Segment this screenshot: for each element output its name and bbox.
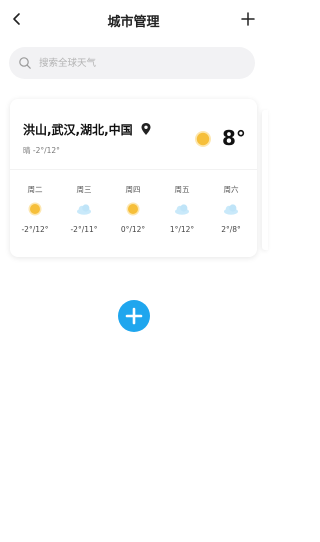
top-bar: 城市管理 bbox=[0, 0, 267, 40]
forecast-row: 周二 -2°/12° 周三 -2°/11° 周四 0°/12° 周五 1°/12… bbox=[15, 182, 252, 242]
add-city-icon[interactable] bbox=[239, 9, 257, 29]
current-condition: 晴 -2°/12° bbox=[23, 146, 60, 155]
search-bar[interactable] bbox=[9, 47, 255, 79]
forecast-temp-range: 1°/12° bbox=[169, 225, 195, 234]
forecast-day: 周六 2°/8° bbox=[211, 182, 251, 242]
forecast-day: 周三 -2°/11° bbox=[64, 182, 104, 242]
plus-icon bbox=[125, 307, 143, 325]
forecast-day-name: 周二 bbox=[27, 185, 43, 194]
forecast-day-name: 周三 bbox=[76, 185, 92, 194]
forecast-day-name: 周四 bbox=[125, 185, 141, 194]
sun-icon bbox=[28, 202, 42, 216]
cloud-icon bbox=[77, 204, 91, 215]
sun-icon bbox=[126, 202, 140, 216]
forecast-temp-range: 0°/12° bbox=[120, 225, 146, 234]
forecast-day-name: 周五 bbox=[174, 185, 190, 194]
add-city-button[interactable] bbox=[118, 300, 150, 332]
next-city-card-edge[interactable] bbox=[262, 110, 268, 250]
city-weather-card[interactable]: 洪山,武汉,湖北,中国 晴 -2°/12° 8° 周二 -2°/12° 周三 -… bbox=[10, 99, 257, 257]
forecast-temp-range: -2°/12° bbox=[21, 225, 49, 234]
city-name: 洪山,武汉,湖北,中国 bbox=[23, 123, 133, 137]
forecast-day: 周五 1°/12° bbox=[162, 182, 202, 242]
forecast-day: 周四 0°/12° bbox=[113, 182, 153, 242]
cloud-icon bbox=[224, 204, 238, 215]
search-icon bbox=[19, 57, 31, 69]
divider bbox=[10, 169, 257, 170]
forecast-temp-range: 2°/8° bbox=[221, 225, 241, 234]
forecast-day: 周二 -2°/12° bbox=[15, 182, 55, 242]
location-pin-icon bbox=[141, 123, 151, 135]
cloud-icon bbox=[175, 204, 189, 215]
sun-icon bbox=[195, 131, 211, 147]
page-title: 城市管理 bbox=[107, 15, 160, 30]
forecast-temp-range: -2°/11° bbox=[70, 225, 98, 234]
search-input[interactable] bbox=[39, 53, 239, 73]
forecast-day-name: 周六 bbox=[223, 185, 239, 194]
current-temperature: 8° bbox=[222, 126, 246, 150]
